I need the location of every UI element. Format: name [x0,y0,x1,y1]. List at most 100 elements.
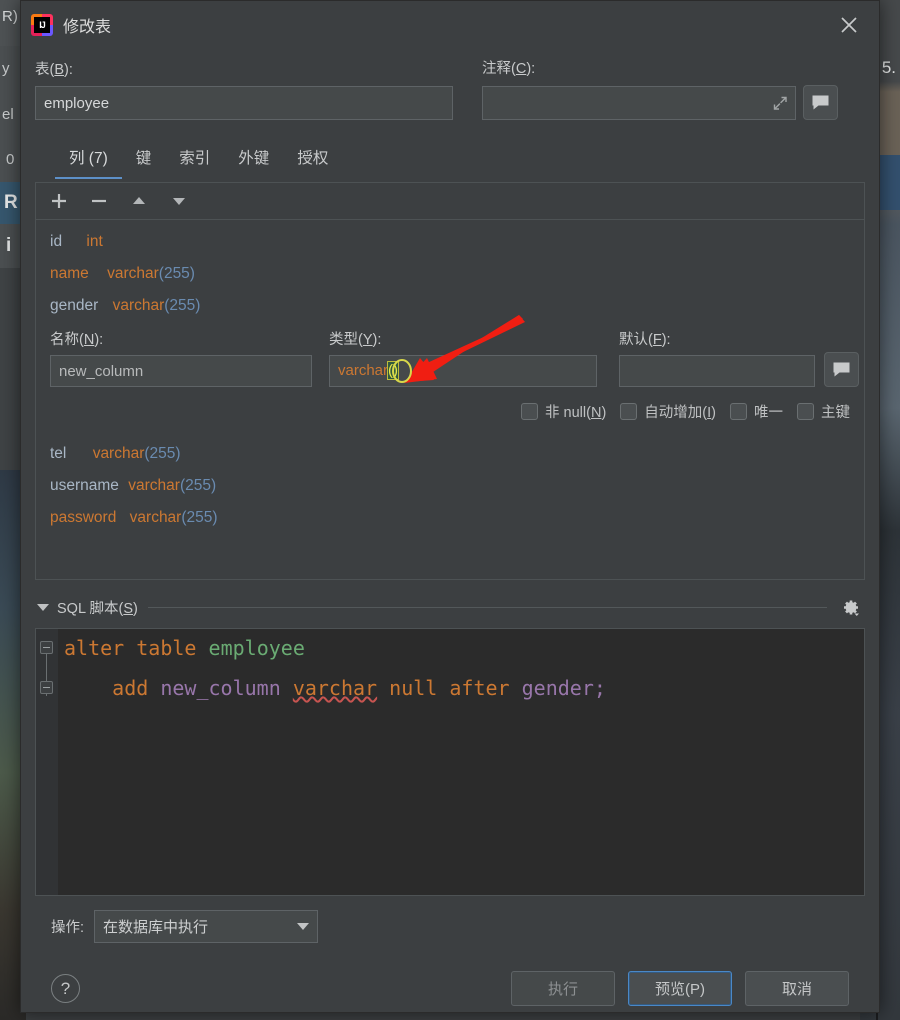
sql-section-divider [147,606,827,608]
column-length: (255) [158,265,195,282]
column-type-label: 类型(Y): [329,332,382,348]
dialog-body: 表(B): 注释(C): [21,57,879,1006]
sql-script-editor[interactable]: alter table employee add new_column varc… [35,628,865,896]
comment-group: 注释(C): [482,57,838,120]
comment-bubble-icon[interactable] [803,85,838,120]
sql-code-line-2: add new_column varchar null after gender… [112,676,606,700]
column-type: int [86,233,103,250]
dialog-titlebar: IJ 修改表 [21,1,879,49]
columns-list-lower: tel varchar(255) username varchar(255) p… [36,438,864,534]
column-name: id [50,233,63,250]
column-type: varchar [129,509,182,526]
column-type: varchar [107,265,159,282]
column-length: (255) [181,509,218,526]
arrow-down-icon[interactable] [169,191,189,211]
column-length: (255) [179,477,217,494]
table-row[interactable]: tel varchar(255) [36,438,864,470]
arrow-up-icon[interactable] [129,191,149,211]
tab-indexes[interactable]: 索引 [165,142,224,179]
table-row[interactable]: name varchar(255) [36,258,864,290]
column-type-input[interactable]: varchar() [329,355,597,387]
column-name: password [50,509,117,526]
backdrop-fragment-right: 5. [881,58,896,77]
comment-label: 注释(C): [482,61,536,77]
table-and-comment-row: 表(B): 注释(C): [35,57,865,120]
checkbox-box[interactable] [730,403,747,420]
fold-icon[interactable] [40,681,53,694]
chevron-down-icon [297,923,310,930]
action-label: 操作: [51,920,85,936]
preview-button[interactable]: 预览(P) [628,971,732,1006]
table-name-label: 表(B): [35,62,73,78]
checkbox-unique[interactable]: 唯一 [730,401,783,422]
inline-editor-fields-row: 名称(N): 类型(Y): varchar() 默认(F): [36,328,864,387]
comment-input[interactable] [482,85,796,120]
column-flags-row: 非 null(N) 自动增加(I) 唯一 主键 [36,401,864,422]
column-name-input[interactable] [50,355,312,387]
table-editor-tabs: 列 (7) 键 索引 外键 授权 [35,142,865,179]
tab-columns[interactable]: 列 (7) [55,142,122,179]
action-row: 操作: 在数据库中执行 [35,910,865,943]
column-length: (255) [164,297,201,314]
column-type: varchar [112,297,165,314]
column-name-group: 名称(N): [50,328,312,387]
column-name-label: 名称(N): [50,332,104,348]
checkbox-box[interactable] [797,403,814,420]
checkbox-box[interactable] [620,403,638,420]
column-type-text: varchar [338,362,389,379]
column-type: varchar [92,445,145,462]
chevron-down-icon[interactable] [37,603,49,611]
fold-icon[interactable] [40,641,53,654]
action-select[interactable]: 在数据库中执行 [94,910,319,943]
minus-icon[interactable] [89,191,109,211]
execute-button[interactable]: 执行 [511,971,615,1006]
sql-script-header: SQL 脚本(S) [35,594,865,620]
comment-input-wrap [482,85,796,120]
editor-gutter [36,629,58,895]
table-row[interactable]: password varchar(255) [36,502,864,534]
column-name: tel [50,445,67,462]
checkbox-primary-key[interactable]: 主键 [797,401,850,422]
column-type-parens: () [387,361,400,380]
comment-input-row [482,85,838,120]
checkbox-label: 主键 [821,405,850,421]
checkbox-label: 非 null(N) [545,405,607,421]
help-button[interactable]: ? [51,974,80,1003]
plus-icon[interactable] [49,191,69,211]
checkbox-not-null[interactable]: 非 null(N) [521,401,606,422]
action-select-value: 在数据库中执行 [103,919,209,936]
columns-panel: id int name varchar(255) gender varchar(… [35,182,865,580]
checkbox-label: 自动增加(I) [644,405,716,421]
column-default-label: 默认(F): [619,332,671,348]
expand-icon[interactable] [772,95,788,111]
intellij-idea-logo-icon: IJ [31,14,53,36]
modify-table-dialog: IJ 修改表 表(B): 注释(C): [20,0,880,1013]
close-icon[interactable] [829,5,869,45]
column-name: username [50,477,119,494]
columns-list: id int name varchar(255) gender varchar(… [36,220,864,534]
checkbox-label: 唯一 [754,405,783,421]
dialog-footer: ? 执行 预览(P) 取消 [35,971,865,1006]
checkbox-box[interactable] [521,403,539,420]
column-name: name [50,265,89,282]
cancel-button[interactable]: 取消 [745,971,849,1006]
table-row[interactable]: id int [36,226,864,258]
checkbox-auto-increment[interactable]: 自动增加(I) [620,401,716,422]
gear-icon[interactable] [837,594,863,620]
default-bubble-icon[interactable] [824,352,859,387]
column-default-group: 默认(F): [619,328,859,387]
column-type-group: 类型(Y): varchar() [329,328,597,387]
column-type: varchar [128,477,180,494]
tab-foreign-keys[interactable]: 外键 [224,142,283,179]
tab-grants[interactable]: 授权 [283,142,342,179]
new-column-inline-editor: 名称(N): 类型(Y): varchar() 默认(F): [36,322,864,422]
table-row[interactable]: gender varchar(255) [36,290,864,322]
tab-keys[interactable]: 键 [122,142,166,179]
column-name: gender [50,297,99,314]
column-default-input[interactable] [619,355,815,387]
columns-toolbar [36,183,864,220]
table-name-input[interactable] [35,86,453,120]
table-row[interactable]: username varchar(255) [36,470,864,502]
dialog-title: 修改表 [63,19,112,36]
sql-code-line-1: alter table employee [64,636,305,660]
